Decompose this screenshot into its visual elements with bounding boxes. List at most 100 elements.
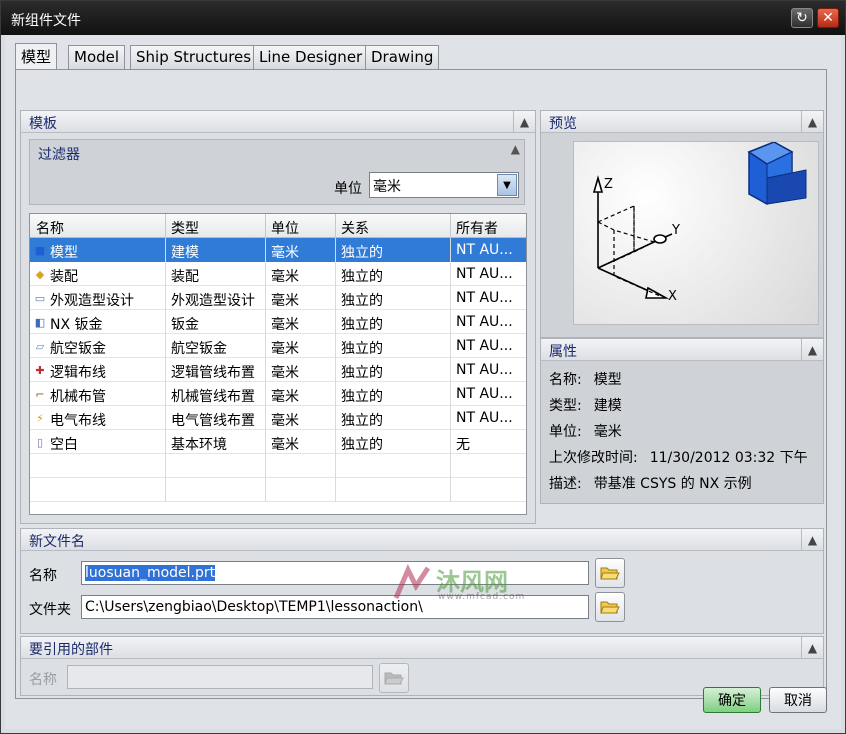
close-icon[interactable]: ✕ xyxy=(817,8,839,28)
logical-routing-icon: ✚ xyxy=(35,363,45,377)
template-header[interactable]: 模板 ▲ xyxy=(21,111,535,133)
table-cell-owner xyxy=(451,478,526,502)
unit-select[interactable]: 毫米 ▼ xyxy=(369,172,519,198)
collapse-icon[interactable]: ▲ xyxy=(801,637,823,659)
table-cell-relation: 独立的 xyxy=(336,382,451,406)
column-header-unit[interactable]: 单位 xyxy=(266,214,336,238)
collapse-icon[interactable]: ▲ xyxy=(801,339,823,361)
tab-model[interactable]: Model xyxy=(68,45,126,69)
table-cell-type: 基本环境 xyxy=(166,430,266,454)
folder-open-icon xyxy=(600,601,620,614)
axis-x-label: X xyxy=(668,289,677,304)
collapse-icon[interactable]: ▲ xyxy=(801,111,823,133)
table-cell-owner xyxy=(451,454,526,478)
properties-header-label: 属性 xyxy=(549,344,577,360)
table-cell-unit: 毫米 xyxy=(266,358,336,382)
filter-collapse-icon[interactable]: ▲ xyxy=(511,142,520,156)
new-file-header-label: 新文件名 xyxy=(29,534,85,550)
template-section: 模板 ▲ 过滤器 ▲ 单位 毫米 ▼ 名称 类型 单位 关系 所有者 ■ 模型 … xyxy=(20,110,536,524)
row-name-label: 电气布线 xyxy=(50,413,106,429)
table-cell-name: ▯ 空白 xyxy=(30,430,166,454)
table-cell-owner: NT AU... xyxy=(451,382,526,406)
datum-csys-preview: Z Y X xyxy=(592,141,807,304)
axis-y-label: Y xyxy=(671,223,680,238)
collapse-icon[interactable]: ▲ xyxy=(801,529,823,551)
table-cell-type: 外观造型设计 xyxy=(166,286,266,310)
table-cell-name: ▭ 外观造型设计 xyxy=(30,286,166,310)
table-cell-relation: 独立的 xyxy=(336,262,451,286)
tab-model-cn[interactable]: 模型 xyxy=(15,43,58,70)
table-cell-owner: 无 xyxy=(451,430,526,454)
folder-open-icon xyxy=(600,567,620,580)
property-name: 名称: 模型 xyxy=(549,372,622,388)
table-row[interactable]: ▱ 航空钣金 航空钣金 毫米 独立的 NT AU... xyxy=(30,334,526,358)
table-cell-unit: 毫米 xyxy=(266,334,336,358)
referenced-name-input[interactable] xyxy=(67,665,373,689)
table-cell-owner: NT AU... xyxy=(451,310,526,334)
preview-image: Z Y X xyxy=(573,141,819,325)
tab-drawing[interactable]: Drawing xyxy=(365,45,440,69)
column-header-owner[interactable]: 所有者 xyxy=(451,214,526,238)
tab-line-designer[interactable]: Line Designer xyxy=(253,45,369,69)
property-type: 类型: 建模 xyxy=(549,398,622,414)
electrical-routing-icon: ⚡ xyxy=(36,411,44,425)
table-row[interactable]: ✚ 逻辑布线 逻辑管线布置 毫米 独立的 NT AU... xyxy=(30,358,526,382)
table-row[interactable]: ■ 模型 建模 毫米 独立的 NT AU... xyxy=(30,238,526,262)
table-cell-unit: 毫米 xyxy=(266,238,336,262)
property-description: 描述: 带基准 CSYS 的 NX 示例 xyxy=(549,476,752,492)
folder-input[interactable]: C:\Users\zengbiao\Desktop\TEMP1\lessonac… xyxy=(81,595,589,619)
window-title: 新组件文件 xyxy=(11,13,81,29)
chevron-down-icon[interactable]: ▼ xyxy=(497,174,517,196)
file-name-value: luosuan_model.prt xyxy=(85,565,216,581)
table-row[interactable]: ▭ 外观造型设计 外观造型设计 毫米 独立的 NT AU... xyxy=(30,286,526,310)
table-cell-type: 建模 xyxy=(166,238,266,262)
folder-open-icon xyxy=(384,672,404,685)
tab-ship-structures[interactable]: Ship Structures xyxy=(130,45,258,69)
referenced-part-header[interactable]: 要引用的部件 ▲ xyxy=(21,637,823,659)
table-row[interactable]: ⚡ 电气布线 电气管线布置 毫米 独立的 NT AU... xyxy=(30,406,526,430)
sheet-metal-icon: ◧ xyxy=(34,315,46,329)
blank-file-icon: ▯ xyxy=(36,435,44,449)
table-cell-name: ▱ 航空钣金 xyxy=(30,334,166,358)
table-cell-type xyxy=(166,454,266,478)
column-header-type[interactable]: 类型 xyxy=(166,214,266,238)
row-name-label: 装配 xyxy=(50,269,78,285)
model-cube-icon xyxy=(747,141,807,205)
properties-header[interactable]: 属性 ▲ xyxy=(541,339,823,361)
row-name-label: 模型 xyxy=(50,245,78,261)
collapse-icon[interactable]: ▲ xyxy=(513,111,535,133)
table-cell-relation: 独立的 xyxy=(336,334,451,358)
table-row[interactable]: ⌐ 机械布管 机械管线布置 毫米 独立的 NT AU... xyxy=(30,382,526,406)
table-cell-unit xyxy=(266,478,336,502)
preview-section: 预览 ▲ Z Y X xyxy=(540,110,824,338)
table-row xyxy=(30,454,526,478)
model-icon: ■ xyxy=(34,243,46,257)
browse-folder-button[interactable] xyxy=(595,592,625,622)
cancel-button[interactable]: 取消 xyxy=(769,687,827,713)
assembly-icon: ◆ xyxy=(35,267,45,281)
table-cell-owner: NT AU... xyxy=(451,286,526,310)
table-cell-owner: NT AU... xyxy=(451,406,526,430)
ok-button[interactable]: 确定 xyxy=(703,687,761,713)
tab-panel: 模板 ▲ 过滤器 ▲ 单位 毫米 ▼ 名称 类型 单位 关系 所有者 ■ 模型 … xyxy=(15,69,827,699)
folder-value: C:\Users\zengbiao\Desktop\TEMP1\lessonac… xyxy=(85,599,423,615)
table-row[interactable]: ▯ 空白 基本环境 毫米 独立的无 xyxy=(30,430,526,454)
column-header-relation[interactable]: 关系 xyxy=(336,214,451,238)
column-header-name[interactable]: 名称 xyxy=(30,214,166,238)
browse-name-button[interactable] xyxy=(595,558,625,588)
reset-icon[interactable]: ↻ xyxy=(791,8,813,28)
table-row[interactable]: ◧ NX 钣金 钣金 毫米 独立的 NT AU... xyxy=(30,310,526,334)
table-cell-type: 电气管线布置 xyxy=(166,406,266,430)
property-unit: 单位: 毫米 xyxy=(549,424,622,440)
table-row[interactable]: ◆ 装配 装配 毫米 独立的 NT AU... xyxy=(30,262,526,286)
table-header: 名称 类型 单位 关系 所有者 xyxy=(30,214,526,238)
referenced-name-label: 名称 xyxy=(29,672,57,688)
shape-studio-icon: ▭ xyxy=(34,291,46,305)
table-cell-name: ◆ 装配 xyxy=(30,262,166,286)
browse-referenced-button[interactable] xyxy=(379,663,409,693)
preview-header[interactable]: 预览 ▲ xyxy=(541,111,823,133)
file-name-input[interactable]: luosuan_model.prt xyxy=(81,561,589,585)
table-cell-unit: 毫米 xyxy=(266,262,336,286)
new-file-header[interactable]: 新文件名 ▲ xyxy=(21,529,823,551)
filter-title: 过滤器 xyxy=(38,147,80,163)
